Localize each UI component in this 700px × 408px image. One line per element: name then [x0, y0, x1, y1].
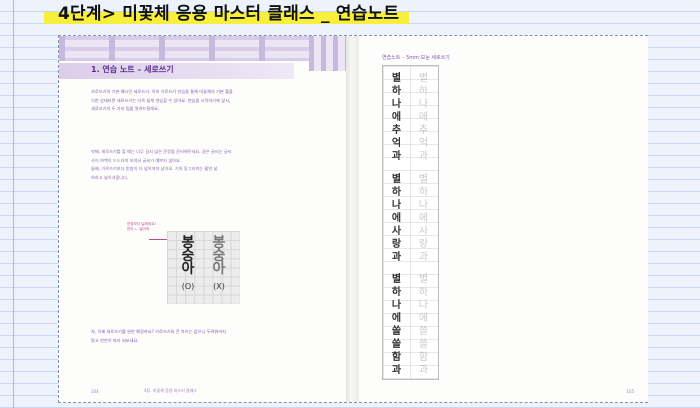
tips-paragraph: 첫째, 세로쓰기를 할 때는 너무 길지 않은 문장을 준비해주세요. 같은 글…: [91, 148, 326, 182]
header-title: 4단계> 미꽃체 응용 마스터 클래스 _ 연습노트: [44, 4, 410, 25]
intro-line: 가로쓰기의 기본 예시인 세로쓰기. 이미 가로쓰기 연습을 통해 미꽃체의 기…: [91, 89, 233, 94]
left-page: 1. 연습 노트 – 세로쓰기 가로쓰기의 기본 예시인 세로쓰기. 이미 가로…: [59, 36, 346, 402]
practice-char: 에: [391, 112, 402, 123]
practice-char: 나: [418, 300, 429, 311]
good-example: 봉 숭 아 (O): [177, 236, 199, 291]
practice-char: 별: [391, 274, 402, 285]
tip-line: 사이 여백이 드드러져 보여서 글씨가 예쁘지 않아요.: [91, 157, 182, 163]
practice-char: 과: [391, 151, 402, 162]
wrong-mark: (X): [213, 282, 225, 291]
book-spine: [346, 36, 359, 402]
practice-char: 에: [418, 212, 429, 224]
plaid-decoration-edge: [309, 36, 346, 71]
practice-char: 쓸: [418, 339, 429, 350]
practice-char: 에: [418, 112, 429, 123]
practice-char: 별: [391, 73, 402, 84]
practice-char: 과: [418, 365, 429, 376]
practice-char: 에: [391, 313, 402, 324]
tip-line: 첫째, 세로쓰기를 할 때는 너무 길지 않은 문장을 준비해주세요. 같은 글…: [91, 149, 232, 154]
practice-char: 쓸: [391, 326, 402, 337]
trace-column: 별하나에추억과별하나에사랑과별하나에쓸쓸함과: [410, 72, 437, 377]
practice-char: 별: [418, 274, 429, 285]
practice-char: 과: [391, 365, 402, 376]
practice-char: 억: [418, 138, 429, 149]
practice-char: 하: [418, 86, 429, 97]
section-title: 1. 연습 노트 – 세로쓰기: [91, 65, 174, 74]
practice-char: 과: [391, 251, 402, 263]
practice-char: 추: [391, 125, 402, 136]
practice-char: 함: [391, 352, 402, 363]
intro-line: 익힌 상태라면 세로쓰기는 더욱 쉽게 연습할 수 있어요. 연습을 시작하기에…: [91, 97, 231, 103]
practice-char: 하: [418, 186, 429, 198]
practice-char: 나: [391, 300, 402, 311]
practice-char: 하: [418, 287, 429, 298]
tip-line: 둘째, 가로쓰기보다 받침이 더 넓어져야 남아요. 기의 동그라미는 활연 넓: [91, 166, 218, 171]
page-number: 105: [626, 389, 634, 394]
practice-char: 랑: [418, 238, 429, 250]
example-grid: 봉 숭 아 (O) 봉 숭 아 (X): [167, 231, 240, 304]
plaid-decoration: [59, 36, 346, 61]
practice-char: 사: [418, 225, 429, 237]
intro-paragraph: 가로쓰기의 기본 예시인 세로쓰기. 이미 가로쓰기 연습을 통해 미꽃체의 기…: [91, 88, 326, 114]
closing-paragraph: 자, 이제 세로쓰기를 완한 예정하요? 가로쓰기와 큰 차이는 없으니 두려워…: [91, 328, 326, 345]
callout-line: 받아 ㄴ 넓어져: [127, 227, 150, 231]
practice-char: 별: [418, 73, 429, 84]
practice-char: 과: [418, 151, 429, 162]
practice-char: 별: [391, 173, 402, 185]
practice-char: 억: [391, 138, 402, 149]
practice-char: 하: [391, 186, 402, 198]
practice-char: 과: [418, 251, 429, 263]
right-page: 연습노트 – 5mm 모눈 세로쓰기 별하나에추억과별하나에사랑과별하나에쓸쓸함…: [359, 36, 648, 402]
callout-note: 받침보다 넓게써요! 받아 ㄴ 넓어져: [127, 222, 167, 232]
practice-char: 하: [391, 86, 402, 97]
practice-char: 나: [391, 99, 402, 110]
practice-char: 에: [418, 313, 429, 324]
page-number: 104: [91, 389, 99, 394]
practice-char: 쓸: [391, 339, 402, 350]
footer-title: 4장. 미꽃체 응용 마스터 클래스: [144, 388, 198, 393]
tip-line: 하하고 넓히셔줍니다.: [91, 174, 129, 180]
book-spread: 1. 연습 노트 – 세로쓰기 가로쓰기의 기본 예시인 세로쓰기. 이미 가로…: [58, 35, 648, 403]
closing-line: 자, 이제 세로쓰기를 완한 예정하요? 가로쓰기와 큰 차이는 없으니 두려워…: [91, 329, 226, 334]
example-char: 아: [181, 261, 195, 277]
practice-char: 추: [418, 125, 429, 136]
practice-char: 사: [391, 225, 402, 237]
intro-line: 세로쓰기의 두 가지 팁을 알려드릴게요.: [91, 106, 160, 111]
practice-char: 랑: [391, 238, 402, 250]
practice-char: 나: [418, 199, 429, 211]
practice-char: 하: [391, 287, 402, 298]
practice-char: 쓸: [418, 326, 429, 337]
practice-char: 별: [418, 173, 429, 185]
practice-char: 에: [391, 212, 402, 224]
practice-char: 함: [418, 352, 429, 363]
example-char: 아: [212, 261, 226, 277]
closing-line: 말고 천천히 따라 써보세요.: [91, 337, 139, 343]
practice-header: 연습노트 – 5mm 모눈 세로쓰기: [382, 55, 450, 61]
correct-mark: (O): [181, 282, 195, 291]
bad-example: 봉 숭 아 (X): [208, 236, 230, 291]
section-title-bar: 1. 연습 노트 – 세로쓰기: [59, 63, 294, 79]
practice-char: 나: [391, 199, 402, 211]
practice-char: 나: [418, 99, 429, 110]
model-column: 별하나에추억과별하나에사랑과별하나에쓸쓸함과: [383, 72, 410, 377]
